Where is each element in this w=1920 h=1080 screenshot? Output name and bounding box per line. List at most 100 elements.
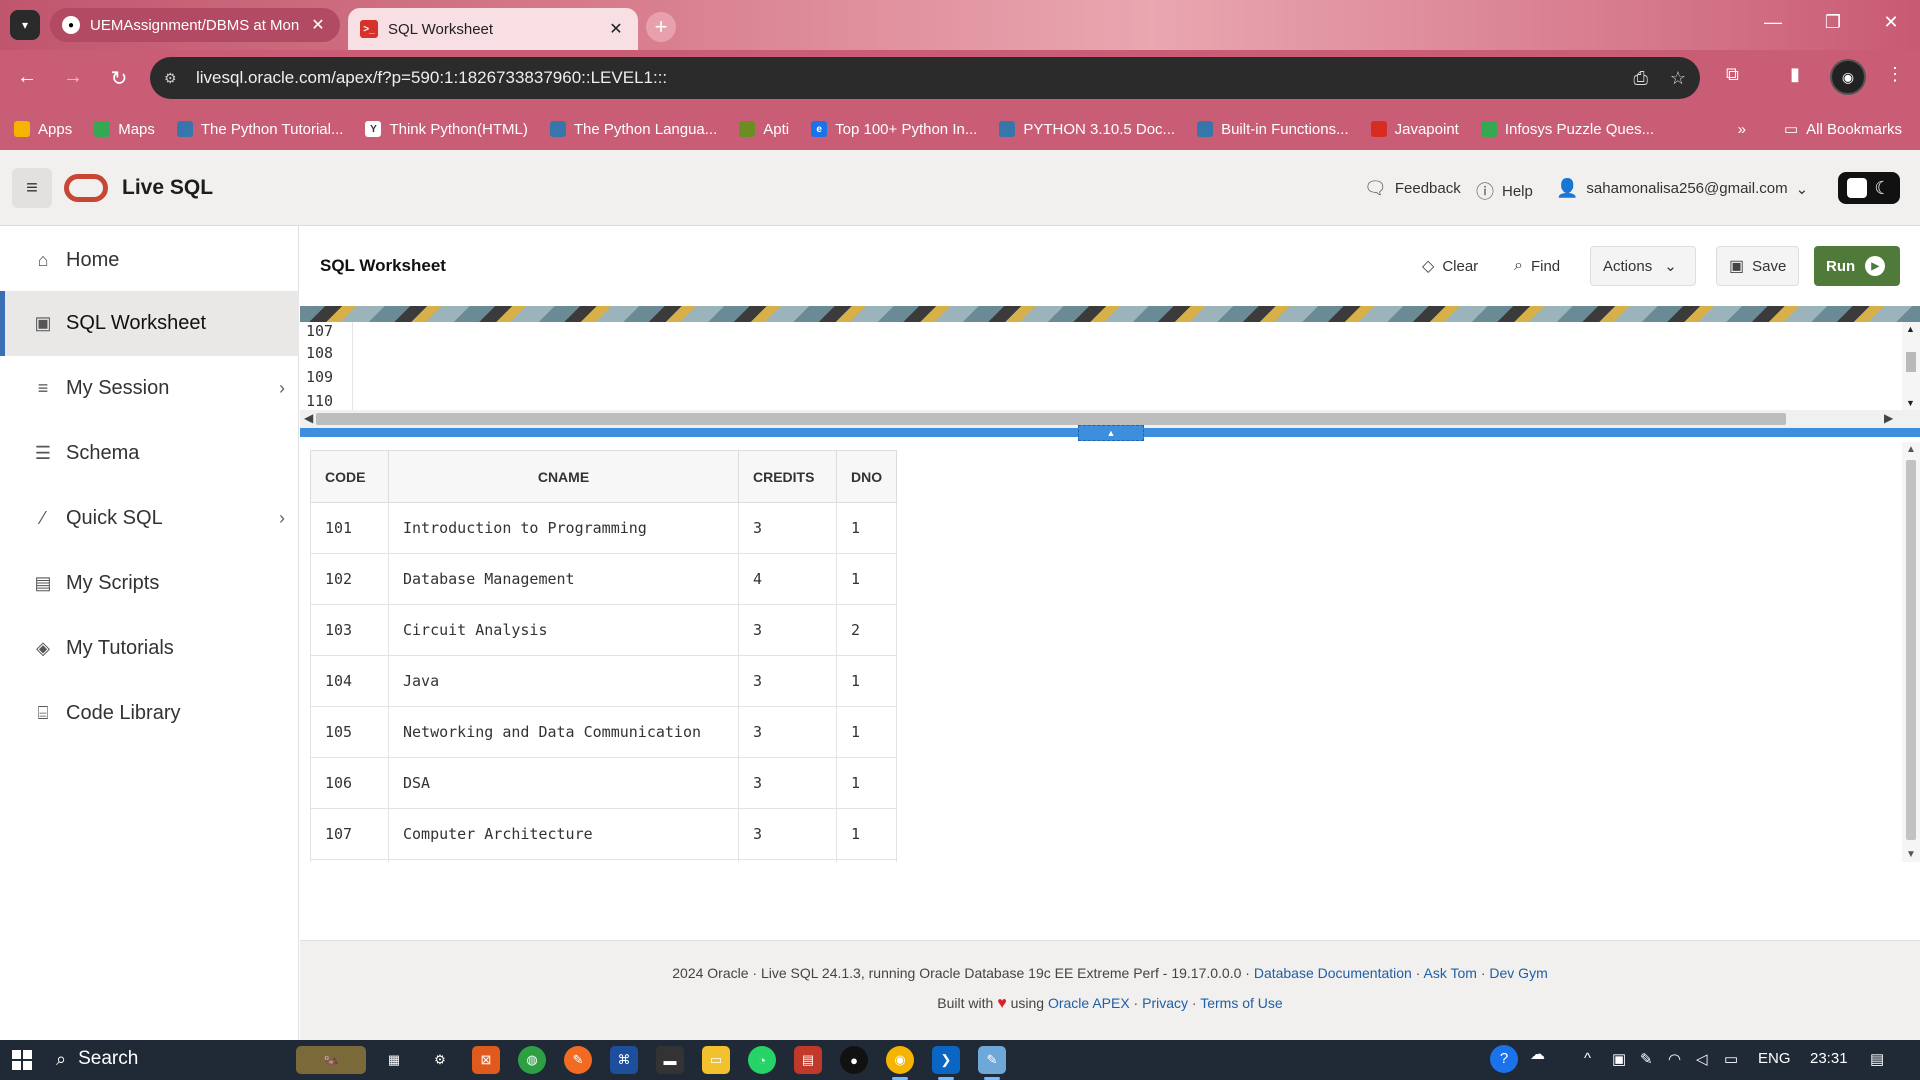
pen-icon[interactable]: ✎: [1640, 1050, 1653, 1068]
whatsapp-icon[interactable]: ◔: [748, 1046, 776, 1074]
bookmark-star-icon[interactable]: ☆: [1670, 68, 1686, 89]
minimize-icon[interactable]: —: [1758, 12, 1788, 33]
clear-button[interactable]: ◇ Clear: [1410, 246, 1490, 286]
scroll-down-icon[interactable]: ▼: [1906, 849, 1916, 860]
find-button[interactable]: ⌕ Find: [1502, 246, 1572, 286]
postman-icon[interactable]: ✎: [564, 1046, 592, 1074]
github-desktop-icon[interactable]: ●: [840, 1046, 868, 1074]
sidebar-item-my-tutorials[interactable]: ◈ My Tutorials: [0, 616, 299, 681]
bookmark-apti[interactable]: Apti: [739, 121, 789, 138]
bookmark-top-python[interactable]: e Top 100+ Python In...: [811, 121, 977, 138]
ask-tom-link[interactable]: Ask Tom: [1424, 965, 1477, 981]
sidebar-item-sql-worksheet[interactable]: ▣ SQL Worksheet: [0, 291, 299, 356]
new-tab-button[interactable]: +: [646, 12, 676, 42]
scroll-left-icon[interactable]: ◀: [304, 411, 313, 425]
sidebar-item-code-library[interactable]: ⌸ Code Library: [0, 681, 299, 746]
scrollbar-thumb[interactable]: [1906, 460, 1916, 840]
feedback-link[interactable]: 🗨 Feedback: [1364, 178, 1461, 199]
database-documentation-link[interactable]: Database Documentation: [1254, 965, 1412, 981]
all-bookmarks-button[interactable]: All Bookmarks: [1806, 121, 1902, 138]
battery-icon[interactable]: ▭: [1724, 1050, 1738, 1068]
splitter-handle[interactable]: ▲: [1078, 425, 1144, 441]
chat-app-icon[interactable]: ◍: [518, 1046, 546, 1074]
bookmark-python-language[interactable]: The Python Langua...: [549, 121, 717, 138]
help-tray-icon[interactable]: ?: [1490, 1045, 1518, 1073]
notifications-icon[interactable]: ▤: [1870, 1050, 1884, 1068]
scroll-up-icon[interactable]: ▲: [1906, 324, 1915, 334]
sidebar-item-my-session[interactable]: ≡ My Session ›: [0, 356, 299, 421]
site-info-icon[interactable]: ⚙: [164, 70, 184, 87]
taskbar-search[interactable]: ⌕ Search: [56, 1048, 138, 1070]
terminal-icon[interactable]: ▬: [656, 1046, 684, 1074]
extensions-icon[interactable]: ⧉: [1726, 64, 1739, 85]
menu-toggle-button[interactable]: ≡: [12, 168, 52, 208]
settings-icon[interactable]: ⚙: [426, 1046, 454, 1074]
browser-tab-github[interactable]: ● UEMAssignment/DBMS at Mon ✕: [50, 8, 340, 42]
sql-editor[interactable]: 107 108 109 110: [300, 322, 1900, 410]
bookmark-builtin-functions[interactable]: Built-in Functions...: [1197, 121, 1349, 138]
help-link[interactable]: ⓘ Help: [1476, 178, 1533, 204]
chrome-icon[interactable]: ◉: [886, 1046, 914, 1080]
run-button[interactable]: Run ▶: [1814, 246, 1900, 286]
back-icon[interactable]: ←: [12, 66, 42, 89]
code-app-icon[interactable]: ⌘: [610, 1046, 638, 1074]
bookmark-think-python[interactable]: Y Think Python(HTML): [365, 121, 528, 138]
actions-menu-button[interactable]: Actions ⌄: [1590, 246, 1696, 286]
results-vertical-scrollbar[interactable]: ▲ ▼: [1902, 442, 1920, 862]
oracle-logo[interactable]: [64, 174, 108, 202]
dev-gym-link[interactable]: Dev Gym: [1489, 965, 1547, 981]
install-app-icon[interactable]: ⎙: [1633, 68, 1647, 89]
volume-icon[interactable]: ◁: [1696, 1050, 1708, 1068]
close-tab-icon[interactable]: ✕: [308, 15, 328, 35]
bookmark-python-tutorial[interactable]: The Python Tutorial...: [176, 121, 343, 138]
scroll-right-icon[interactable]: ▶: [1884, 411, 1893, 425]
scroll-down-icon[interactable]: ▼: [1906, 398, 1915, 408]
scrollbar-thumb[interactable]: [1906, 352, 1916, 372]
profile-avatar[interactable]: ◉: [1830, 59, 1866, 95]
show-hidden-icons[interactable]: ^: [1584, 1050, 1591, 1067]
restore-icon[interactable]: ❐: [1818, 12, 1848, 33]
clock[interactable]: 23:31: [1810, 1050, 1848, 1067]
close-window-icon[interactable]: ✕: [1876, 12, 1906, 33]
browser-menu-icon[interactable]: ⋮: [1886, 64, 1904, 85]
display-icon[interactable]: ▣: [1612, 1050, 1626, 1068]
bookmark-infosys[interactable]: Infosys Puzzle Ques...: [1480, 121, 1654, 138]
save-button[interactable]: ▣ Save: [1716, 246, 1800, 286]
windows-start-icon[interactable]: [12, 1050, 32, 1070]
editor-vertical-scrollbar[interactable]: ▲ ▼: [1902, 322, 1920, 410]
scrollbar-thumb[interactable]: [316, 413, 1786, 425]
calendar-app-icon[interactable]: ▤: [794, 1046, 822, 1074]
photos-app-icon[interactable]: ▦: [380, 1046, 408, 1074]
sidebar-item-my-scripts[interactable]: ▤ My Scripts: [0, 551, 299, 616]
app-title[interactable]: Live SQL: [122, 176, 213, 200]
close-tab-icon[interactable]: ✕: [606, 19, 626, 39]
widgets-icon[interactable]: 🦦: [296, 1046, 366, 1074]
wifi-icon[interactable]: ◠: [1668, 1050, 1681, 1068]
side-panel-icon[interactable]: ▮: [1790, 64, 1800, 85]
sidebar-item-quick-sql[interactable]: ⁄ Quick SQL ›: [0, 486, 299, 551]
bookmark-python-docs[interactable]: PYTHON 3.10.5 Doc...: [999, 121, 1175, 138]
xampp-icon[interactable]: ⊠: [472, 1046, 500, 1074]
theme-toggle[interactable]: ☾: [1838, 172, 1900, 204]
privacy-link[interactable]: Privacy: [1142, 995, 1188, 1011]
bookmark-javapoint[interactable]: Javapoint: [1370, 121, 1459, 138]
reload-icon[interactable]: ↻: [104, 66, 134, 91]
browser-tab-sql-worksheet[interactable]: >_ SQL Worksheet ✕: [348, 8, 638, 50]
address-bar[interactable]: ⚙ livesql.oracle.com/apex/f?p=590:1:1826…: [150, 57, 1700, 99]
terms-link[interactable]: Terms of Use: [1200, 995, 1282, 1011]
file-explorer-icon[interactable]: ▭: [702, 1046, 730, 1074]
notepad-icon[interactable]: ✎: [978, 1046, 1006, 1080]
forward-icon[interactable]: →: [58, 66, 88, 89]
sidebar-item-schema[interactable]: ☰ Schema: [0, 421, 299, 486]
weather-tray-icon[interactable]: ☁: [1530, 1045, 1545, 1063]
sidebar-item-home[interactable]: ⌂ Home: [0, 228, 299, 293]
scroll-up-icon[interactable]: ▲: [1906, 444, 1916, 455]
bookmark-apps[interactable]: Apps: [14, 121, 72, 138]
vscode-icon[interactable]: ❯: [932, 1046, 960, 1080]
tab-search-button[interactable]: ▾: [10, 10, 40, 40]
language-indicator[interactable]: ENG: [1758, 1050, 1791, 1067]
more-bookmarks-icon[interactable]: »: [1738, 121, 1746, 138]
oracle-apex-link[interactable]: Oracle APEX: [1048, 995, 1130, 1011]
user-menu[interactable]: 👤 sahamonalisa256@gmail.com ⌄: [1556, 178, 1808, 199]
bookmark-maps[interactable]: Maps: [94, 121, 155, 138]
